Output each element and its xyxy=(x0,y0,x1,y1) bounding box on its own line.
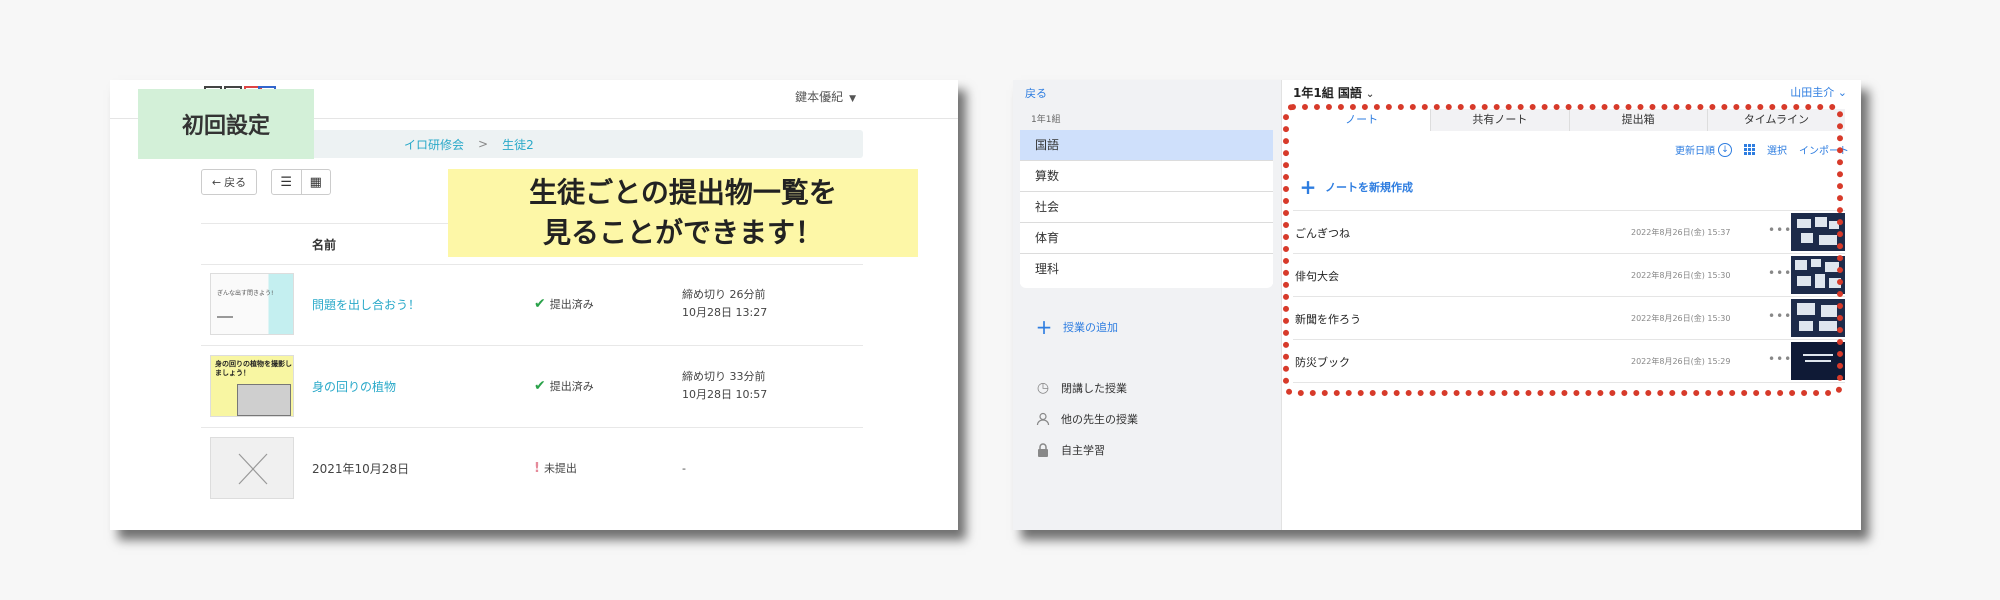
sidebar-item-science[interactable]: 理科 xyxy=(1020,254,1273,284)
sidebar-item-social[interactable]: 社会 xyxy=(1020,192,1273,223)
empty-thumbnail xyxy=(210,437,294,499)
deadline: - xyxy=(682,460,686,478)
first-setup-label: 初回設定 xyxy=(138,89,314,159)
callout-note: 生徒ごとの提出物一覧を 見ることができます！ xyxy=(448,169,918,257)
deadline-date: 10月28日 13:27 xyxy=(682,306,768,319)
deadline-relative: - xyxy=(682,462,686,475)
highlight-frame xyxy=(1283,104,1843,396)
main-content: 1年1組 国語 ⌄ 山田圭介 ⌄ ノート 共有ノート 提出箱 タイムライン 更新日… xyxy=(1281,80,1861,530)
status-badge: ✔ 提出済み xyxy=(534,296,594,312)
sidebar-item-japanese[interactable]: 国語 xyxy=(1020,130,1273,161)
deadline-relative: 締め切り 33分前 xyxy=(682,370,766,383)
breadcrumb-item-workshop[interactable]: イロ研修会 xyxy=(400,136,464,153)
back-button[interactable]: ← 戻る xyxy=(201,169,257,195)
deadline: 締め切り 26分前 10月28日 13:27 xyxy=(682,286,767,322)
deadline-relative: 締め切り 26分前 xyxy=(682,288,766,301)
breadcrumb: イロ研修会 > 生徒2 xyxy=(310,130,863,158)
page: 鍵本優紀 ▼ イロ研修会 > 生徒2 初回設定 ← 戻る ☰ ▦ 名前 ぎんな出す… xyxy=(0,0,2000,600)
deadline: 締め切り 33分前 10月28日 10:57 xyxy=(682,368,767,404)
person-icon xyxy=(1035,411,1051,427)
sidebar-item-self-study[interactable]: 自主学習 xyxy=(1035,434,1138,465)
thumbnail-text: 身の回りの植物を撮影しましょう！ xyxy=(215,360,292,377)
user-name: 鍵本優紀 xyxy=(795,90,844,104)
back-link[interactable]: 戻る xyxy=(1025,85,1047,101)
submission-title: 2021年10月28日 xyxy=(312,462,410,476)
sidebar-item-label: 閉講した授業 xyxy=(1061,381,1127,395)
list-view-icon[interactable]: ☰ xyxy=(272,170,302,194)
add-class-label: 授業の追加 xyxy=(1063,321,1118,334)
sidebar-item-label: 他の先生の授業 xyxy=(1061,412,1138,426)
sidebar-item-pe[interactable]: 体育 xyxy=(1020,223,1273,254)
chevron-down-icon: ⌄ xyxy=(1365,89,1375,100)
sidebar-item-other-teachers[interactable]: 他の先生の授業 xyxy=(1035,403,1138,434)
class-title: 1年1組 国語 xyxy=(1293,86,1362,100)
plus-icon: + xyxy=(1035,315,1053,339)
user-menu[interactable]: 山田圭介 ⌄ xyxy=(1790,84,1847,100)
deadline-date: 10月28日 10:57 xyxy=(682,388,768,401)
chevron-down-icon: ⌄ xyxy=(1834,86,1847,99)
class-title-dropdown[interactable]: 1年1組 国語 ⌄ xyxy=(1293,84,1374,101)
user-menu[interactable]: 鍵本優紀 ▼ xyxy=(795,88,856,105)
submissions-screenshot: 鍵本優紀 ▼ イロ研修会 > 生徒2 初回設定 ← 戻る ☰ ▦ 名前 ぎんな出す… xyxy=(110,80,958,530)
sidebar-item-label: 自主学習 xyxy=(1061,443,1105,457)
close-icon xyxy=(238,453,268,485)
photo-image xyxy=(237,384,291,416)
lock-icon xyxy=(1035,442,1051,458)
side-menu: ◷ 閉講した授業 他の先生の授業 自主学習 xyxy=(1035,372,1138,465)
notes-screenshot: 戻る 1年1組 国語 算数 社会 体育 理科 + 授業の追加 ◷ 閉講した授業 xyxy=(1013,80,1861,530)
exclamation-icon: ! xyxy=(534,460,540,476)
status-text: 提出済み xyxy=(549,380,594,393)
sidebar-item-math[interactable]: 算数 xyxy=(1020,161,1273,192)
submission-thumbnail[interactable]: 身の回りの植物を撮影しましょう！ xyxy=(210,355,294,417)
submission-title-link[interactable]: 身の回りの植物 xyxy=(312,378,396,395)
caret-down-icon: ▼ xyxy=(849,94,856,104)
callout-line-2: 見ることができます！ xyxy=(542,216,823,249)
column-header-name: 名前 xyxy=(312,238,337,252)
submission-thumbnail[interactable]: ぎんな出す問きよう! xyxy=(210,273,294,335)
table-row: 2021年10月28日 ! 未提出 - xyxy=(201,428,863,509)
status-text: 未提出 xyxy=(543,462,577,475)
table-row: 身の回りの植物を撮影しましょう！ 身の回りの植物 ✔ 提出済み 締め切り 33分… xyxy=(201,346,863,428)
grid-view-icon[interactable]: ▦ xyxy=(302,170,331,194)
sidebar: 戻る 1年1組 国語 算数 社会 体育 理科 + 授業の追加 ◷ 閉講した授業 xyxy=(1013,80,1282,530)
breadcrumb-separator: > xyxy=(478,137,489,151)
clock-icon: ◷ xyxy=(1036,379,1050,396)
breadcrumb-item-student[interactable]: 生徒2 xyxy=(502,136,534,153)
status-badge: ✔ 提出済み xyxy=(534,378,594,394)
arrow-left-icon: ← xyxy=(211,175,222,189)
thumbnail-text: ぎんな出す問きよう! xyxy=(217,290,274,297)
status-text: 提出済み xyxy=(549,298,594,311)
table-row: ぎんな出す問きよう! 問題を出し合おう！ ✔ 提出済み 締め切り 26分前 10… xyxy=(201,264,863,346)
check-icon: ✔ xyxy=(534,296,546,312)
back-button-label: 戻る xyxy=(224,176,247,189)
callout-line-1: 生徒ごとの提出物一覧を xyxy=(529,176,837,209)
class-label: 1年1組 xyxy=(1031,115,1061,125)
view-toggle: ☰ ▦ xyxy=(271,169,331,195)
status-badge: ! 未提出 xyxy=(534,460,577,476)
submission-title-link[interactable]: 問題を出し合おう！ xyxy=(312,296,420,313)
user-name: 山田圭介 xyxy=(1790,86,1835,99)
check-icon: ✔ xyxy=(534,378,546,394)
add-class-button[interactable]: + 授業の追加 xyxy=(1035,315,1118,339)
subject-list: 国語 算数 社会 体育 理科 xyxy=(1020,130,1273,284)
sidebar-item-closed-classes[interactable]: ◷ 閉講した授業 xyxy=(1035,372,1138,403)
